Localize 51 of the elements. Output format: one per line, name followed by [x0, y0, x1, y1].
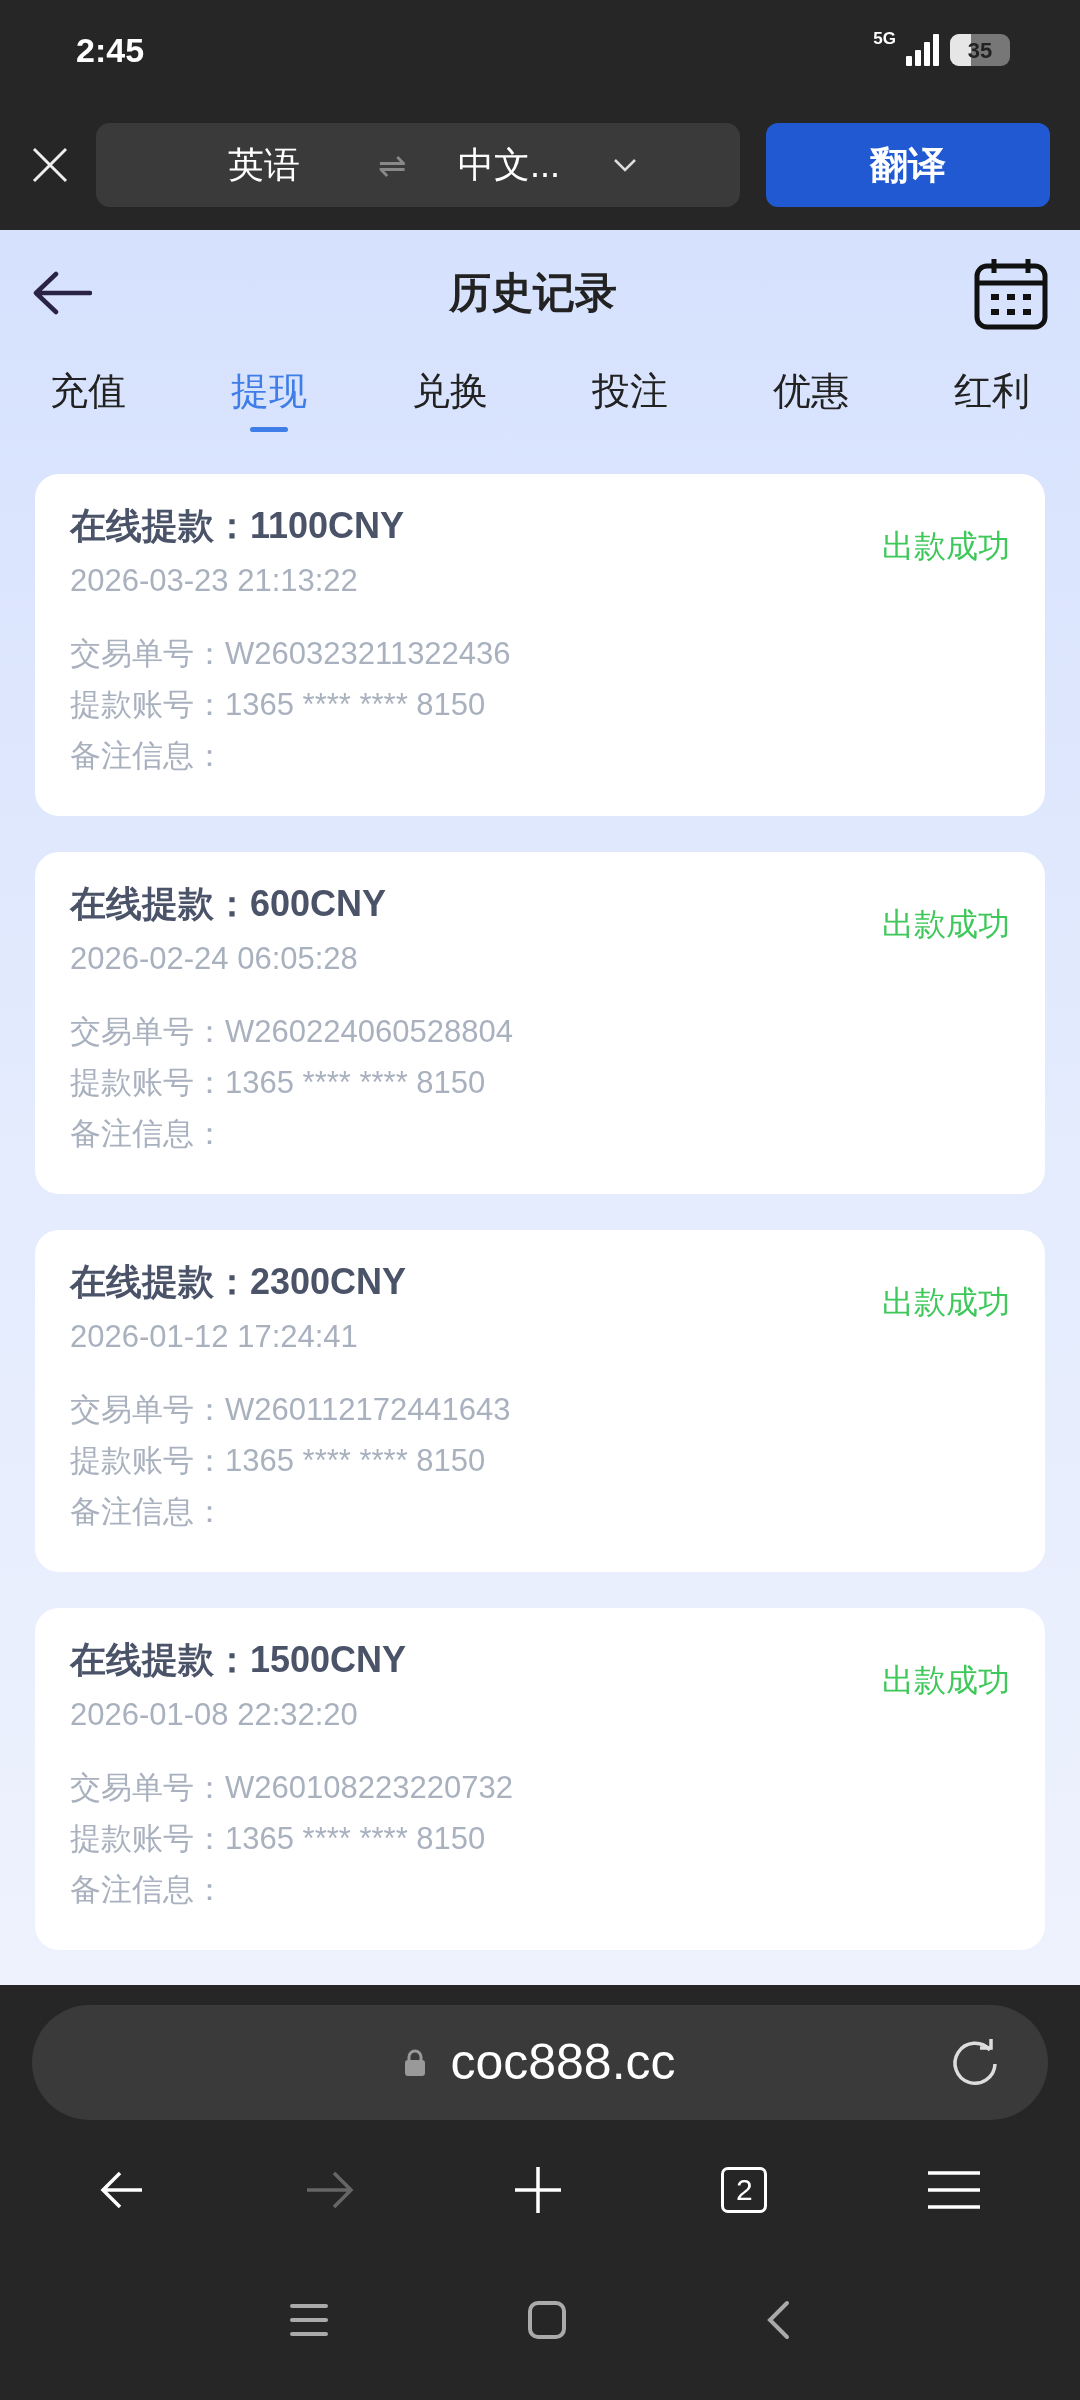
home-icon[interactable] [528, 2301, 566, 2339]
record-status: 出款成功 [882, 1661, 1010, 1700]
record-status: 出款成功 [882, 527, 1010, 566]
record-title: 在线提款：1100CNY [70, 504, 406, 548]
address-bar[interactable]: coc888.cc [32, 2005, 1048, 2120]
source-language: 英语 [228, 143, 301, 187]
translate-button[interactable]: 翻译 [766, 123, 1050, 207]
note-info: 备注信息： [70, 737, 226, 775]
note-info: 备注信息： [70, 1493, 226, 1531]
note-info: 备注信息： [70, 1871, 226, 1909]
back-icon[interactable] [100, 2170, 145, 2210]
network-label: 5G [873, 30, 896, 47]
record-time: 2026-01-08 22:32:20 [70, 1696, 359, 1734]
transaction-number: 交易单号：W260108223220732 [70, 1769, 513, 1807]
tab[interactable]: 兑换 [411, 355, 488, 439]
note-info: 备注信息： [70, 1115, 226, 1153]
url-text: coc888.cc [450, 2033, 676, 2092]
record-title: 在线提款：1500CNY [70, 1638, 408, 1682]
tab[interactable]: 红利 [954, 355, 1030, 439]
withdraw-account: 提款账号：1365 **** **** 8150 [70, 1820, 487, 1858]
withdraw-account: 提款账号：1365 **** **** 8150 [70, 1442, 487, 1480]
tab-count[interactable]: 2 [721, 2167, 768, 2213]
back-arrow-icon[interactable] [32, 270, 92, 315]
record-title: 在线提款：2300CNY [70, 1260, 408, 1304]
plus-icon[interactable] [514, 2167, 561, 2213]
record-status: 出款成功 [882, 1283, 1010, 1322]
tab[interactable]: 投注 [592, 355, 669, 439]
record-time: 2026-01-12 17:24:41 [70, 1318, 359, 1356]
chevron-down-icon [613, 158, 637, 172]
lock-icon [404, 2048, 427, 2077]
reload-icon[interactable] [950, 2037, 1000, 2088]
record-time: 2026-03-23 21:13:22 [70, 562, 359, 600]
record-time: 2026-02-24 06:05:28 [70, 940, 359, 978]
withdraw-account: 提款账号：1365 **** **** 8150 [70, 686, 487, 724]
record-status: 出款成功 [882, 905, 1010, 944]
status-time: 2:45 [76, 29, 145, 71]
close-icon[interactable] [30, 145, 70, 185]
withdraw-account: 提款账号：1365 **** **** 8150 [70, 1064, 487, 1102]
transaction-number: 交易单号：W260323211322436 [70, 635, 511, 673]
transaction-number: 交易单号：W260224060528804 [70, 1013, 513, 1051]
tab[interactable]: 优惠 [773, 355, 850, 439]
target-language: 中文... [458, 143, 561, 187]
menu-icon[interactable] [927, 2171, 980, 2209]
language-selector[interactable]: 英语 ⇌ 中文... [96, 123, 740, 207]
record-title: 在线提款：600CNY [70, 882, 388, 926]
signal-icon [906, 34, 940, 66]
tab[interactable]: 充值 [50, 355, 126, 439]
recent-apps-icon[interactable] [290, 2303, 328, 2337]
transaction-number: 交易单号：W260112172441643 [70, 1391, 511, 1429]
back-nav-icon[interactable] [766, 2300, 790, 2340]
page-title: 历史记录 [449, 268, 617, 318]
